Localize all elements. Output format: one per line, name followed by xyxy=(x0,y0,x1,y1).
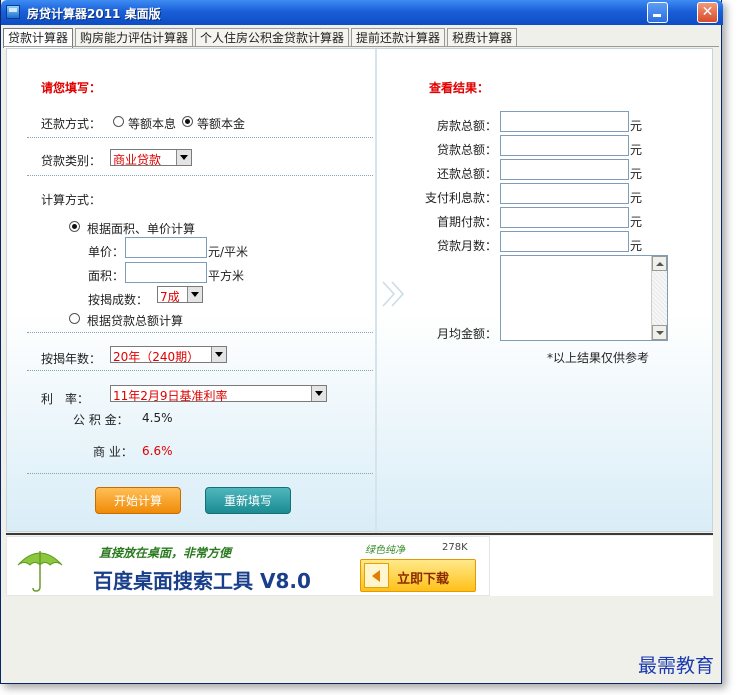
title-bar[interactable]: 房贷计算器2011 桌面版 ✕ xyxy=(1,0,723,25)
method-area-radio[interactable] xyxy=(69,221,80,232)
monthly-amount-label: 月均金额： xyxy=(437,327,498,341)
interest-unit: 元 xyxy=(630,191,643,205)
ad-slogan: 直接放在桌面，非常方便 xyxy=(99,546,232,560)
method-area-label: 根据面积、单价计算 xyxy=(87,222,196,236)
mortgage-years-label: 按揭年数： xyxy=(41,352,102,366)
rate-value: 11年2月9日基准利率 xyxy=(113,389,228,403)
panel-divider xyxy=(375,49,377,533)
repay-total-output[interactable] xyxy=(500,159,629,180)
scroll-up-icon[interactable] xyxy=(652,256,667,271)
down-payment-output[interactable] xyxy=(500,207,629,228)
interest-label: 支付利息款： xyxy=(425,191,498,205)
loan-total-label: 贷款总额： xyxy=(437,143,498,157)
calculator-panel: 请您填写： 还款方式： 等额本息 等额本金 贷款类别： 商业贷款 计算方式： 根… xyxy=(6,48,713,533)
umbrella-icon xyxy=(17,551,63,592)
repay-total-label: 还款总额： xyxy=(437,167,498,181)
down-payment-label: 首期付款： xyxy=(437,215,498,229)
ad-size: 278K xyxy=(442,542,468,553)
separator xyxy=(27,175,373,176)
tab-tax[interactable]: 税费计算器 xyxy=(447,28,518,47)
down-payment-unit: 元 xyxy=(630,215,643,229)
area-input[interactable] xyxy=(125,262,207,283)
unit-price-label: 单价： xyxy=(88,245,125,259)
ad-banner: 直接放在桌面，非常方便 百度桌面搜索工具 V8.0 绿色纯净 278K 立即下载 xyxy=(6,536,713,596)
result-note: *以上结果仅供参考 xyxy=(547,351,650,365)
loan-total-unit: 元 xyxy=(630,143,643,157)
tab-bar: 贷款计算器 购房能力评估计算器 个人住房公积金贷款计算器 提前还款计算器 税费计… xyxy=(3,28,519,48)
double-chevron-right-icon xyxy=(382,281,405,307)
tab-prepayment[interactable]: 提前还款计算器 xyxy=(351,28,446,47)
calculator-icon xyxy=(6,5,20,19)
tab-loan-calculator[interactable]: 贷款计算器 xyxy=(3,28,74,48)
separator xyxy=(27,370,373,371)
chevron-down-icon xyxy=(311,386,326,401)
repay-equal-installment-radio[interactable] xyxy=(113,116,124,127)
months-label: 贷款月数： xyxy=(437,239,498,253)
method-total-label: 根据贷款总额计算 xyxy=(87,314,184,328)
mortgage-ratio-select[interactable]: 7成 xyxy=(157,286,203,304)
scrollbar[interactable] xyxy=(651,256,667,340)
repay-total-unit: 元 xyxy=(630,167,643,181)
rate-select[interactable]: 11年2月9日基准利率 xyxy=(110,385,327,403)
ad-green-tag: 绿色纯净 xyxy=(365,545,405,556)
chevron-down-icon xyxy=(187,287,202,302)
minimize-button[interactable] xyxy=(647,2,668,23)
biz-rate-value: 6.6% xyxy=(142,444,173,458)
result-heading: 查看结果： xyxy=(429,81,490,95)
watermark: 最需教育 xyxy=(638,655,715,677)
interest-output[interactable] xyxy=(500,183,629,204)
unit-price-unit: 元/平米 xyxy=(208,245,249,259)
baidu-ad[interactable]: 直接放在桌面，非常方便 百度桌面搜索工具 V8.0 绿色纯净 278K 立即下载 xyxy=(6,536,490,596)
app-window: 房贷计算器2011 桌面版 ✕ 贷款计算器 购房能力评估计算器 个人住房公积金贷… xyxy=(0,0,723,684)
repay-method-label: 还款方式： xyxy=(41,117,102,131)
chevron-down-icon xyxy=(176,150,191,165)
loan-total-output[interactable] xyxy=(500,135,629,156)
house-total-label: 房款总额： xyxy=(437,119,498,133)
tab-housing-fund[interactable]: 个人住房公积金贷款计算器 xyxy=(195,28,350,47)
banner-separator xyxy=(6,533,713,535)
fund-rate-value: 4.5% xyxy=(142,411,173,425)
mortgage-years-select[interactable]: 20年（240期） xyxy=(110,346,227,364)
separator xyxy=(27,137,373,138)
download-button[interactable]: 立即下载 xyxy=(360,559,476,592)
separator xyxy=(27,332,373,333)
repay-equal-principal-radio[interactable] xyxy=(182,116,193,127)
close-icon: ✕ xyxy=(701,4,714,20)
form-heading: 请您填写： xyxy=(41,81,102,95)
area-unit: 平方米 xyxy=(208,269,245,283)
monthly-amount-output[interactable] xyxy=(500,255,668,341)
method-total-radio[interactable] xyxy=(69,313,80,324)
ad-title: 百度桌面搜索工具 V8.0 xyxy=(93,569,311,593)
house-total-output[interactable] xyxy=(500,111,629,132)
area-label: 面积： xyxy=(88,269,125,283)
biz-rate-label: 商 业： xyxy=(93,445,133,459)
loan-type-select[interactable]: 商业贷款 xyxy=(110,149,192,167)
scroll-down-icon[interactable] xyxy=(652,325,667,340)
rate-label: 利 率： xyxy=(41,392,90,406)
unit-price-input[interactable] xyxy=(125,237,207,258)
download-label: 立即下载 xyxy=(397,572,450,587)
tab-affordability[interactable]: 购房能力评估计算器 xyxy=(75,28,194,47)
repay-equal-principal-label: 等额本金 xyxy=(197,117,246,131)
months-output[interactable] xyxy=(500,231,629,252)
tab-underline xyxy=(3,46,719,47)
window-title: 房贷计算器2011 桌面版 xyxy=(27,7,161,21)
repay-equal-installment-label: 等额本息 xyxy=(128,117,177,131)
close-button[interactable]: ✕ xyxy=(697,2,718,23)
months-unit: 元 xyxy=(630,239,643,253)
mortgage-ratio-label: 按揭成数： xyxy=(88,293,149,307)
arrow-left-icon xyxy=(364,563,389,588)
loan-type-value: 商业贷款 xyxy=(113,153,162,167)
calc-method-label: 计算方式： xyxy=(41,193,102,207)
mortgage-ratio-value: 7成 xyxy=(160,290,180,304)
chevron-down-icon xyxy=(211,347,226,362)
loan-type-label: 贷款类别： xyxy=(41,154,102,168)
house-total-unit: 元 xyxy=(630,119,643,133)
reset-button[interactable]: 重新填写 xyxy=(205,487,291,514)
fund-rate-label: 公 积 金： xyxy=(73,413,129,427)
separator xyxy=(27,473,373,474)
start-calc-button[interactable]: 开始计算 xyxy=(95,487,181,514)
mortgage-years-value: 20年（240期） xyxy=(113,350,200,364)
